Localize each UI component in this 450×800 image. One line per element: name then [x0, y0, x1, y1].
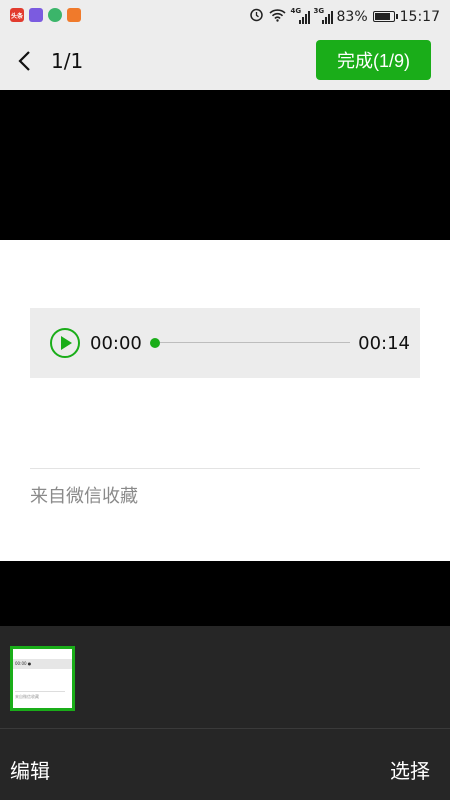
top-bar: 1/1 完成(1/9): [0, 32, 450, 90]
divider: [30, 468, 420, 469]
wifi-icon: [268, 8, 286, 26]
status-bar: 头条 4G 3G 83% 15:17: [0, 0, 450, 32]
battery-level: [374, 13, 390, 20]
clock: 15:17: [399, 8, 440, 25]
audio-player: 00:00 00:14: [30, 308, 420, 378]
thumbnail-divider: [15, 691, 65, 692]
current-time: 00:00: [90, 333, 142, 354]
alarm-icon: [249, 7, 264, 26]
battery-icon: [372, 11, 398, 22]
toutiao-app-icon: 头条: [10, 8, 24, 22]
video-app-icon: [29, 8, 43, 22]
page-counter: 1/1: [51, 49, 84, 73]
signal-3g-icon: 3G: [313, 6, 333, 24]
status-indicators: 4G 3G 83% 15:17: [249, 7, 440, 26]
network-type-label: 4G: [290, 6, 302, 15]
network-type-label: 3G: [313, 6, 325, 15]
play-icon[interactable]: [50, 328, 80, 358]
duration: 00:14: [358, 333, 410, 354]
edit-button[interactable]: 编辑: [10, 755, 50, 784]
selected-thumbnail[interactable]: 来自微信收藏: [10, 646, 75, 711]
thumbnail-caption: 来自微信收藏: [15, 694, 39, 699]
progress-track[interactable]: [151, 342, 350, 343]
done-button[interactable]: 完成(1/9): [316, 40, 431, 80]
thumbnail-player-bar: [13, 659, 72, 669]
progress-handle[interactable]: [150, 338, 160, 348]
notification-icons: 头条: [10, 8, 81, 22]
preview-card: 00:00 00:14 来自微信收藏: [0, 240, 450, 561]
camera-app-icon: [48, 8, 62, 22]
divider: [0, 728, 450, 729]
source-label: 来自微信收藏: [30, 486, 138, 507]
player-app-icon: [67, 8, 81, 22]
battery-percent: 83%: [336, 8, 368, 25]
bottom-panel: 来自微信收藏 编辑 选择: [0, 626, 450, 800]
signal-4g-icon: 4G: [290, 6, 310, 24]
select-button[interactable]: 选择: [390, 755, 430, 784]
back-arrow-icon[interactable]: [14, 46, 36, 76]
